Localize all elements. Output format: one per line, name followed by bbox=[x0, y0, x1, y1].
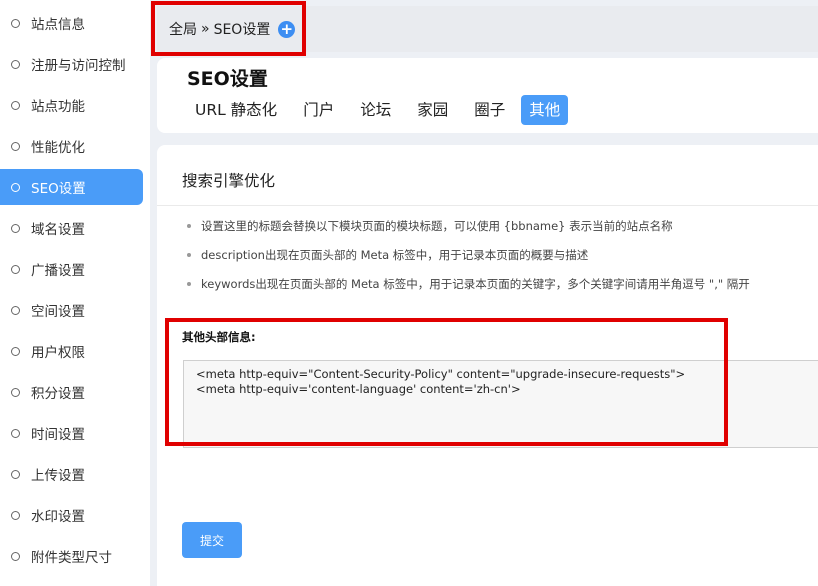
bullet-icon bbox=[11, 469, 20, 479]
extra-head-label: 其他头部信息: bbox=[182, 330, 256, 344]
content-panel: 搜索引擎优化 设置这里的标题会替换以下模块页面的模块标题，可以使用 {bbnam… bbox=[157, 145, 818, 586]
sidebar-item-label: 附件类型尺寸 bbox=[31, 550, 112, 566]
sidebar-item-performance[interactable]: 性能优化 bbox=[0, 128, 143, 164]
bullet-icon bbox=[11, 551, 20, 561]
bullet-icon bbox=[11, 305, 20, 315]
sidebar-item-label: 用户权限 bbox=[31, 345, 85, 361]
sidebar-item-label: 时间设置 bbox=[31, 427, 85, 443]
tab-bar: URL 静态化 门户 论坛 家园 圈子 其他 bbox=[185, 95, 574, 125]
sidebar-item-broadcast[interactable]: 广播设置 bbox=[0, 251, 143, 287]
bullet-icon bbox=[11, 264, 20, 274]
tab-other[interactable]: 其他 bbox=[521, 95, 569, 125]
tip-item: keywords出现在页面头部的 Meta 标签中，用于记录本页面的关键字，多个… bbox=[187, 275, 750, 304]
settings-header: SEO设置 URL 静态化 门户 论坛 家园 圈子 其他 bbox=[157, 58, 818, 133]
bullet-icon bbox=[11, 182, 20, 192]
breadcrumb-separator: » bbox=[201, 21, 210, 37]
tab-groups[interactable]: 圈子 bbox=[464, 95, 515, 125]
bullet-icon bbox=[11, 223, 20, 233]
sidebar-item-user-permissions[interactable]: 用户权限 bbox=[0, 333, 143, 369]
plus-circle-icon[interactable]: + bbox=[278, 20, 296, 38]
sidebar: 站点信息 注册与访问控制 站点功能 性能优化 SEO设置 域名设置 广播设置 空… bbox=[0, 0, 150, 586]
page-title: SEO设置 bbox=[187, 68, 268, 90]
sidebar-item-label: 站点功能 bbox=[31, 99, 85, 115]
sidebar-item-attachment-types[interactable]: 附件类型尺寸 bbox=[0, 538, 143, 574]
bullet-icon bbox=[11, 141, 20, 151]
tip-item: description出现在页面头部的 Meta 标签中，用于记录本页面的概要与… bbox=[187, 246, 750, 275]
sidebar-item-seo[interactable]: SEO设置 bbox=[0, 169, 143, 205]
tab-portal[interactable]: 门户 bbox=[293, 95, 344, 125]
sidebar-item-label: 积分设置 bbox=[31, 386, 85, 402]
sidebar-item-label: 上传设置 bbox=[31, 468, 85, 484]
sidebar-item-label: 站点信息 bbox=[31, 17, 85, 33]
bullet-icon bbox=[11, 387, 20, 397]
tab-url-static[interactable]: URL 静态化 bbox=[185, 95, 287, 125]
sidebar-item-register-access[interactable]: 注册与访问控制 bbox=[0, 46, 143, 82]
sidebar-item-site-features[interactable]: 站点功能 bbox=[0, 87, 143, 123]
divider bbox=[157, 205, 818, 206]
bullet-icon bbox=[11, 18, 20, 28]
bullet-icon bbox=[11, 100, 20, 110]
sidebar-item-label: 广播设置 bbox=[31, 263, 85, 279]
sidebar-item-label: SEO设置 bbox=[31, 181, 86, 197]
submit-button[interactable]: 提交 bbox=[182, 522, 242, 558]
bullet-icon bbox=[11, 510, 20, 520]
sidebar-item-label: 注册与访问控制 bbox=[31, 58, 126, 74]
bullet-icon bbox=[11, 428, 20, 438]
breadcrumb-current: SEO设置 bbox=[213, 22, 271, 38]
sidebar-item-time[interactable]: 时间设置 bbox=[0, 415, 143, 451]
sidebar-item-credits[interactable]: 积分设置 bbox=[0, 374, 143, 410]
breadcrumb-root[interactable]: 全局 bbox=[169, 19, 197, 39]
sidebar-item-label: 水印设置 bbox=[31, 509, 85, 525]
section-title: 搜索引擎优化 bbox=[182, 172, 276, 190]
tab-forum[interactable]: 论坛 bbox=[350, 95, 401, 125]
sidebar-item-label: 域名设置 bbox=[31, 222, 85, 238]
sidebar-item-domain[interactable]: 域名设置 bbox=[0, 210, 143, 246]
sidebar-item-label: 性能优化 bbox=[31, 140, 85, 156]
breadcrumb-bar: 全局 » SEO设置 + bbox=[157, 6, 818, 52]
breadcrumb: 全局 » SEO设置 + bbox=[169, 6, 296, 52]
sidebar-item-watermark[interactable]: 水印设置 bbox=[0, 497, 143, 533]
tip-item: 设置这里的标题会替换以下模块页面的模块标题，可以使用 {bbname} 表示当前… bbox=[187, 217, 750, 246]
tips-list: 设置这里的标题会替换以下模块页面的模块标题，可以使用 {bbname} 表示当前… bbox=[187, 217, 750, 304]
tab-home[interactable]: 家园 bbox=[407, 95, 458, 125]
sidebar-item-upload[interactable]: 上传设置 bbox=[0, 456, 143, 492]
sidebar-item-site-info[interactable]: 站点信息 bbox=[0, 5, 143, 41]
bullet-icon bbox=[11, 59, 20, 69]
extra-head-textarea[interactable]: <meta http-equiv="Content-Security-Polic… bbox=[183, 360, 818, 448]
sidebar-item-space[interactable]: 空间设置 bbox=[0, 292, 143, 328]
bullet-icon bbox=[11, 346, 20, 356]
sidebar-item-label: 空间设置 bbox=[31, 304, 85, 320]
